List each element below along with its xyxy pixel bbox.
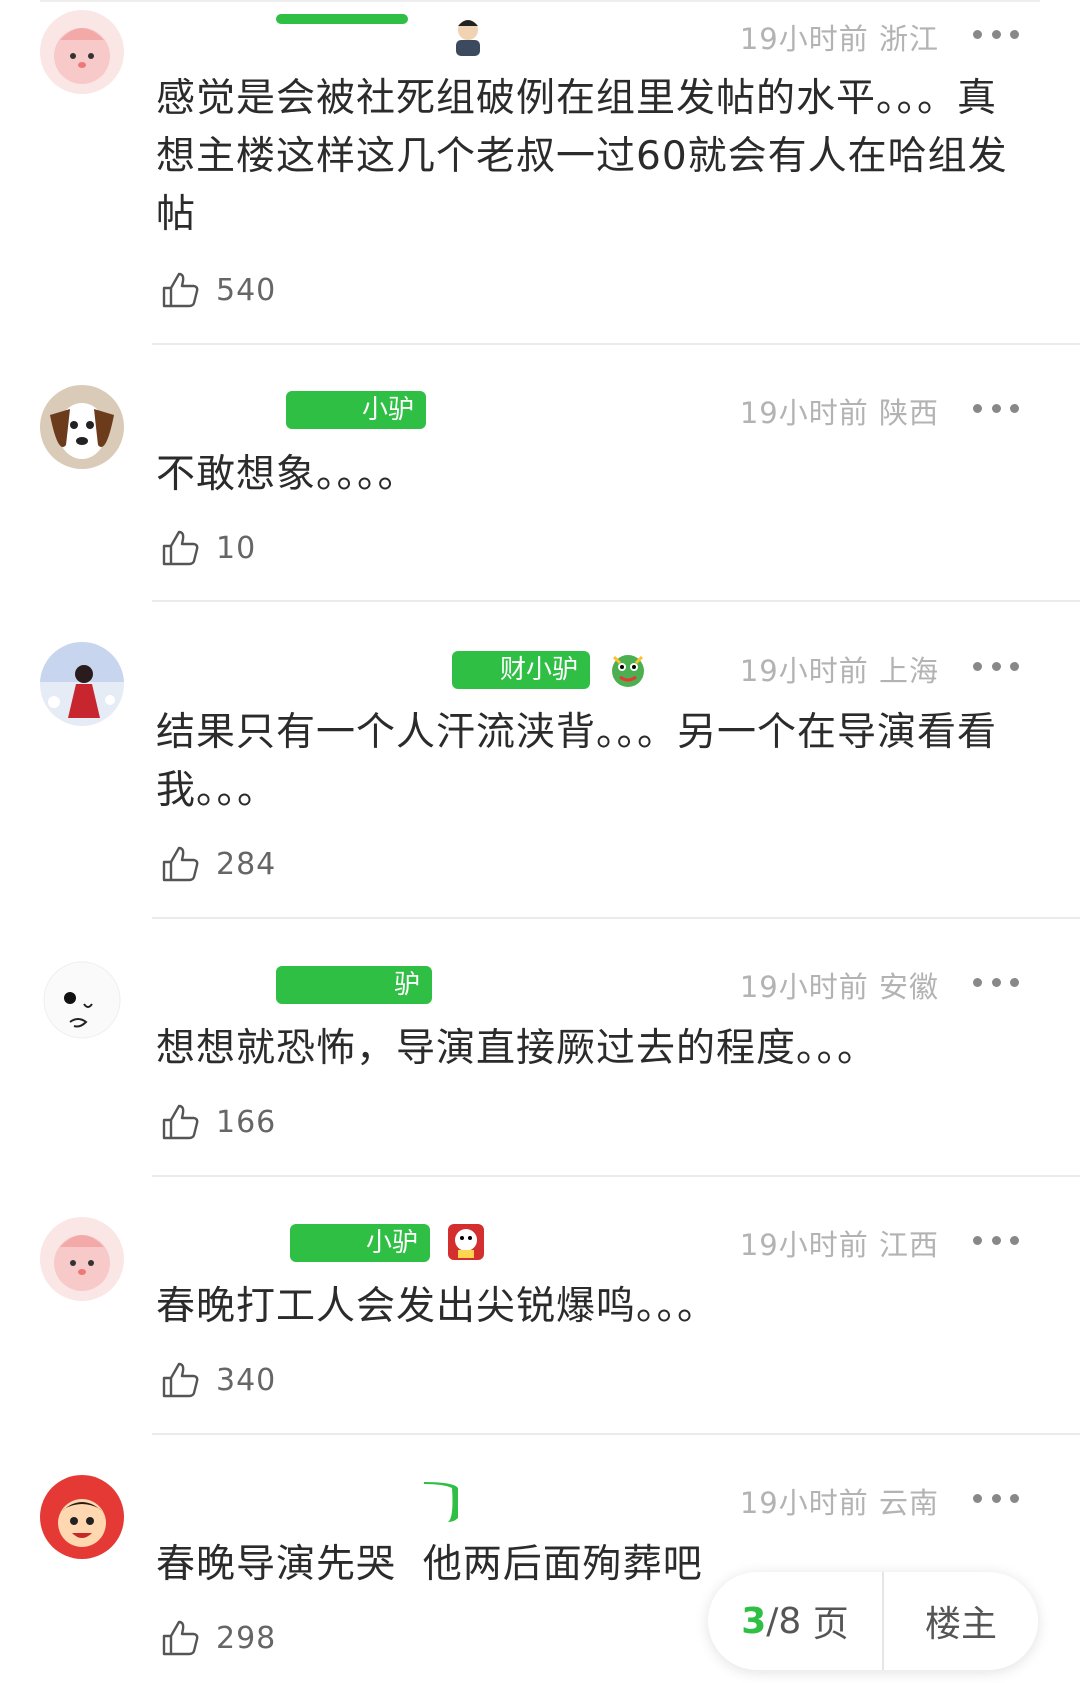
current-page: 3 bbox=[741, 1600, 767, 1642]
comment-meta: 19小时前 上海 bbox=[740, 648, 939, 690]
comment-text: 不敢想象。。。。 bbox=[156, 452, 418, 497]
comment-region: 安徽 bbox=[878, 970, 939, 1004]
divider bbox=[152, 1433, 1080, 1435]
more-icon[interactable] bbox=[973, 1230, 1019, 1250]
comment-region: 江西 bbox=[878, 1228, 939, 1262]
thumbs-up-icon bbox=[162, 272, 199, 308]
more-icon[interactable] bbox=[973, 1488, 1019, 1508]
divider bbox=[152, 917, 1080, 919]
more-icon[interactable] bbox=[973, 656, 1019, 676]
more-icon[interactable] bbox=[973, 398, 1019, 418]
user-badge bbox=[424, 1478, 464, 1522]
comment-meta: 19小时前 云南 bbox=[740, 1480, 939, 1522]
comment-text: 春晚打工人会发出尖锐爆鸣。。。 bbox=[156, 1284, 718, 1329]
avatar[interactable] bbox=[40, 1475, 124, 1559]
thumbs-up-icon bbox=[162, 1620, 199, 1656]
username-row[interactable]: 驴 bbox=[156, 960, 456, 1004]
user-badge: 财小驴 bbox=[452, 651, 590, 689]
divider bbox=[152, 600, 1080, 602]
like-button[interactable]: 298 bbox=[160, 1616, 276, 1660]
username-row[interactable]: 小驴 bbox=[156, 1218, 516, 1262]
more-icon[interactable] bbox=[973, 972, 1019, 992]
comment-region: 云南 bbox=[878, 1486, 939, 1520]
thumbs-up-icon bbox=[162, 846, 199, 882]
username-row[interactable]: 小驴 bbox=[156, 385, 456, 429]
avatar[interactable] bbox=[40, 642, 124, 726]
comment-region: 陕西 bbox=[878, 396, 939, 430]
top-divider bbox=[40, 0, 1040, 2]
like-count: 540 bbox=[216, 272, 277, 308]
like-button[interactable]: 540 bbox=[160, 268, 276, 312]
like-button[interactable]: 340 bbox=[160, 1358, 276, 1402]
username-row[interactable]: 财小驴 bbox=[156, 645, 656, 689]
like-button[interactable]: 166 bbox=[160, 1100, 276, 1144]
like-count: 340 bbox=[216, 1362, 277, 1398]
like-count: 10 bbox=[216, 530, 257, 566]
page-navigator: 3/8 页 楼主 bbox=[708, 1572, 1038, 1670]
user-badge: 小驴 bbox=[290, 1224, 430, 1262]
comment-text: 想想就恐怖，导演直接厥过去的程度。。。 bbox=[156, 1026, 878, 1071]
divider bbox=[152, 1175, 1080, 1177]
comment-meta: 19小时前 安徽 bbox=[740, 964, 939, 1006]
comment-time: 19小时前 bbox=[739, 654, 869, 688]
avatar[interactable] bbox=[40, 1217, 124, 1301]
total-pages: /8 bbox=[766, 1600, 802, 1642]
username-row[interactable] bbox=[156, 1476, 496, 1522]
comment-text: 感觉是会被社死组破例在组里发帖的水平。。。真想主楼这样这几个老叔一过60就会有人… bbox=[156, 76, 1008, 237]
more-icon[interactable] bbox=[973, 24, 1019, 44]
user-badge bbox=[276, 14, 408, 24]
comment-meta: 19小时前 江西 bbox=[740, 1222, 939, 1264]
comment-region: 上海 bbox=[878, 654, 939, 688]
thumbs-up-icon bbox=[162, 1362, 199, 1398]
page-indicator-button[interactable]: 3/8 页 bbox=[708, 1572, 884, 1670]
comment-region: 浙江 bbox=[878, 22, 939, 56]
comment-time: 19小时前 bbox=[739, 1228, 869, 1262]
like-button[interactable]: 10 bbox=[160, 526, 256, 570]
divider bbox=[152, 343, 1080, 345]
comment-text: 结果只有一个人汗流浃背。。。另一个在导演看看我。。。 bbox=[156, 710, 998, 813]
avatar[interactable] bbox=[40, 958, 124, 1042]
comment-meta: 19小时前 浙江 bbox=[740, 16, 939, 58]
dragon-icon bbox=[606, 647, 650, 691]
comment-time: 19小时前 bbox=[739, 396, 869, 430]
like-count: 298 bbox=[216, 1620, 277, 1656]
avatar[interactable] bbox=[40, 10, 124, 94]
owner-only-button[interactable]: 楼主 bbox=[884, 1572, 1038, 1670]
avatar[interactable] bbox=[40, 385, 124, 469]
sticker-icon bbox=[444, 1220, 488, 1264]
like-count: 284 bbox=[216, 846, 277, 882]
comment-time: 19小时前 bbox=[739, 22, 869, 56]
sticker-icon bbox=[446, 14, 490, 58]
comment-time: 19小时前 bbox=[739, 970, 869, 1004]
thumbs-up-icon bbox=[162, 1104, 199, 1140]
page-unit: 页 bbox=[812, 1604, 849, 1645]
like-button[interactable]: 284 bbox=[160, 842, 276, 886]
user-badge: 小驴 bbox=[286, 391, 426, 429]
like-count: 166 bbox=[216, 1104, 277, 1140]
thumbs-up-icon bbox=[162, 530, 199, 566]
comment-time: 19小时前 bbox=[739, 1486, 869, 1520]
username-row[interactable] bbox=[156, 10, 516, 56]
comment-meta: 19小时前 陕西 bbox=[740, 390, 939, 432]
user-badge: 驴 bbox=[276, 966, 432, 1004]
